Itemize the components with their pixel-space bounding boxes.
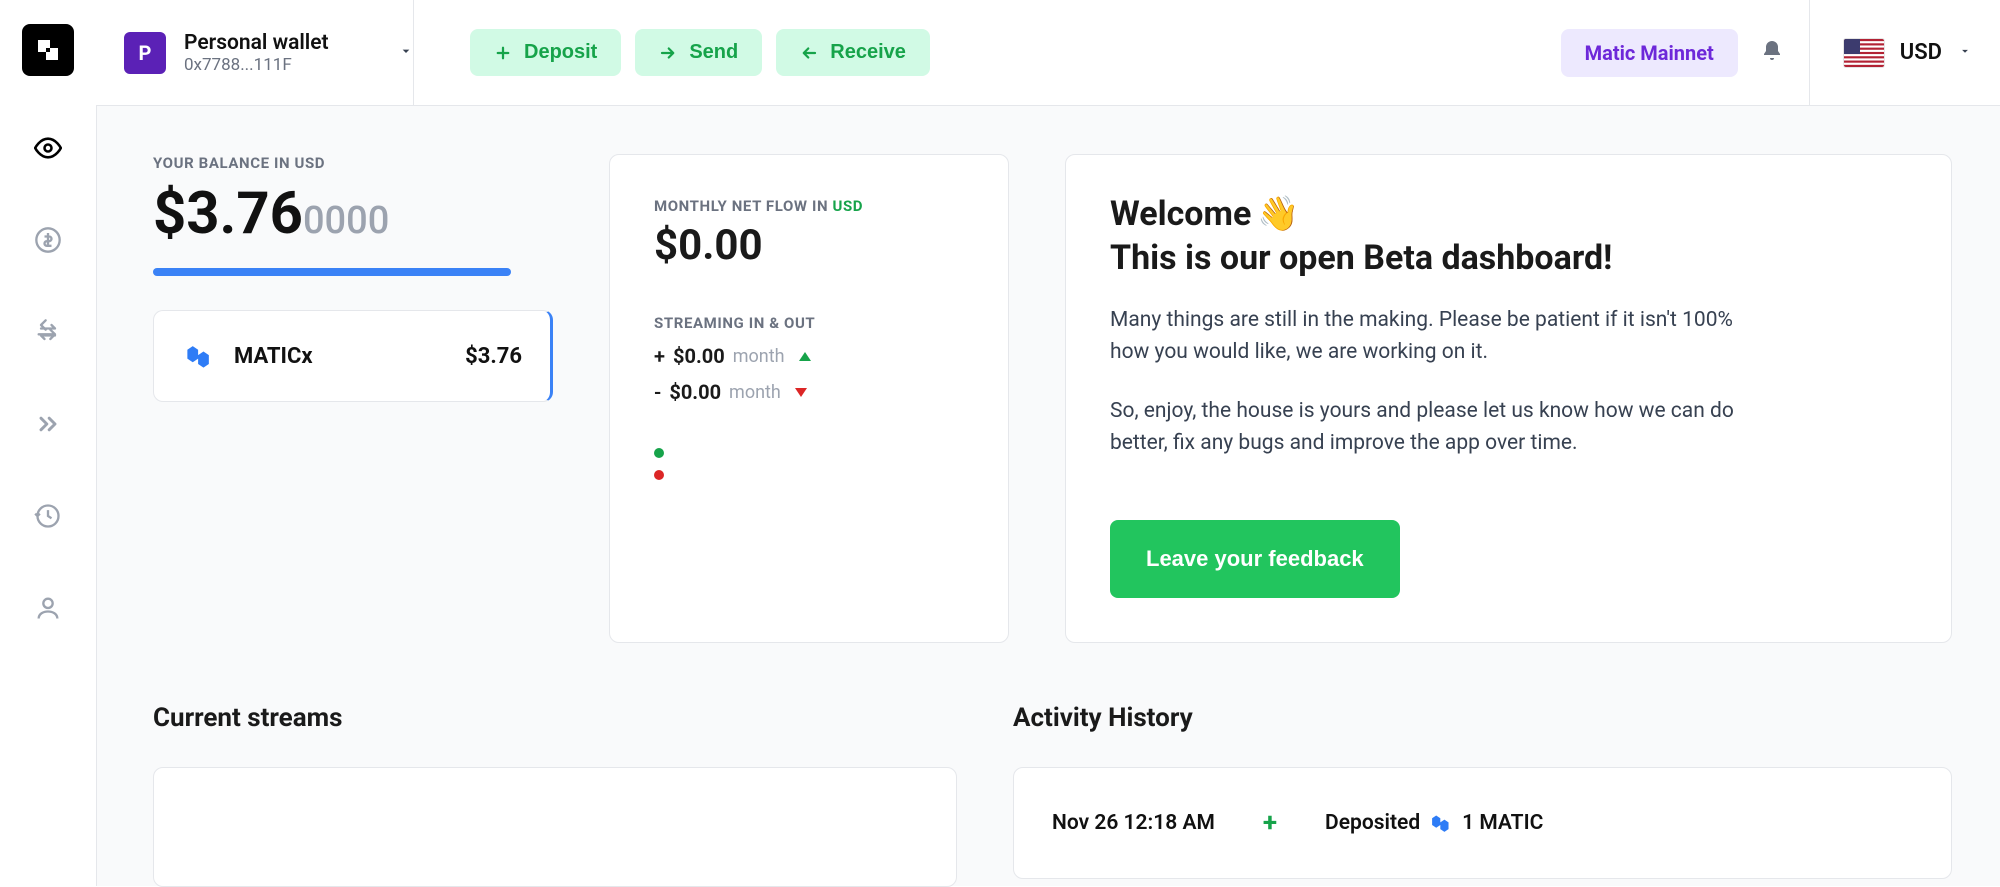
feedback-button[interactable]: Leave your feedback [1110, 520, 1400, 598]
history-item[interactable]: Nov 26 12:18 AM + Deposited 1 MATIC [1013, 767, 1952, 879]
stream-out-row: -$0.00 month [654, 380, 964, 404]
triangle-up-icon [799, 352, 811, 361]
receive-button[interactable]: Receive [776, 29, 930, 76]
history-description: Deposited 1 MATIC [1325, 810, 1543, 836]
welcome-p1: Many things are still in the making. Ple… [1110, 304, 1750, 369]
matic-icon [1428, 810, 1454, 836]
app-logo[interactable] [22, 24, 74, 76]
stream-in-sign: + [654, 344, 665, 368]
header-divider-right [1809, 0, 1810, 105]
triangle-down-icon [795, 388, 807, 397]
stream-in-amount: $0.00 [673, 344, 725, 368]
flow-card: MONTHLY NET FLOW IN USD $0.00 STREAMING … [609, 154, 1009, 643]
receive-label: Receive [830, 41, 906, 64]
sidebar [0, 0, 96, 886]
welcome-card: Welcome 👋 This is our open Beta dashboar… [1065, 154, 1952, 643]
welcome-subtitle: This is our open Beta dashboard! [1110, 238, 1907, 278]
streams-heading: Current streams [153, 703, 957, 733]
wallet-address: 0x7788...111F [184, 55, 329, 75]
flow-label-prefix: MONTHLY NET FLOW IN [654, 197, 832, 215]
main-content: YOUR BALANCE IN USD $3.760000 MATICx $3.… [96, 106, 2000, 886]
history-time: Nov 26 12:18 AM [1052, 811, 1215, 835]
balance-label: YOUR BALANCE IN USD [153, 154, 553, 172]
header-divider [413, 0, 414, 105]
wave-icon: 👋 [1257, 193, 1299, 236]
dollar-icon[interactable] [32, 224, 64, 256]
bottom-row: Current streams Activity History Nov 26 … [153, 703, 1952, 887]
streams-column: Current streams [153, 703, 957, 887]
chevron-down-icon [398, 43, 414, 63]
balance-main: $3.76 [153, 180, 303, 248]
welcome-title-text: Welcome [1110, 193, 1251, 236]
balance-progress [153, 268, 511, 276]
legend-dots [654, 448, 964, 480]
dot-red [654, 470, 664, 480]
streams-card [153, 767, 957, 887]
streaming-label: STREAMING IN & OUT [654, 314, 964, 332]
flow-label-currency: USD [832, 197, 863, 215]
balance-decimals: 0000 [303, 199, 389, 243]
header-actions: Deposit Send Receive [470, 29, 930, 76]
currency-selector[interactable]: USD [1844, 39, 1972, 67]
history-action: Deposited [1325, 811, 1420, 835]
history-icon[interactable] [32, 500, 64, 532]
flow-value: $0.00 [654, 221, 964, 270]
token-card[interactable]: MATICx $3.76 [153, 310, 553, 402]
welcome-p2: So, enjoy, the house is yours and please… [1110, 395, 1750, 460]
deposit-button[interactable]: Deposit [470, 29, 621, 76]
wallet-name: Personal wallet [184, 31, 329, 55]
deposit-label: Deposit [524, 41, 597, 64]
network-badge[interactable]: Matic Mainnet [1561, 29, 1738, 77]
chevrons-icon[interactable] [32, 408, 64, 440]
send-label: Send [689, 41, 738, 64]
flow-label: MONTHLY NET FLOW IN USD [654, 197, 964, 215]
history-amount: 1 MATIC [1462, 811, 1543, 835]
wallet-selector[interactable]: P Personal wallet 0x7788...111F [124, 31, 414, 75]
balance-block: YOUR BALANCE IN USD $3.760000 MATICx $3.… [153, 154, 553, 643]
streaming-section: STREAMING IN & OUT +$0.00 month -$0.00 m… [654, 314, 964, 480]
stream-in-row: + $0.00 month [654, 344, 964, 368]
user-icon[interactable] [32, 592, 64, 624]
top-row: YOUR BALANCE IN USD $3.760000 MATICx $3.… [153, 154, 1952, 643]
flag-icon [1844, 39, 1884, 67]
balance-value: $3.760000 [153, 180, 553, 248]
bell-icon[interactable] [1760, 39, 1784, 67]
history-heading: Activity History [1013, 703, 1952, 733]
wallet-info: Personal wallet 0x7788...111F [184, 31, 329, 75]
welcome-title: Welcome 👋 [1110, 193, 1907, 236]
token-amount: $3.76 [465, 344, 522, 369]
history-column: Activity History Nov 26 12:18 AM + Depos… [1013, 703, 1952, 887]
chevron-down-icon [1958, 43, 1972, 62]
stream-out-period: month [729, 382, 781, 403]
dot-green [654, 448, 664, 458]
nav-icons [32, 132, 64, 624]
stream-out-sign: - [654, 380, 661, 404]
header: P Personal wallet 0x7788...111F Deposit … [96, 0, 2000, 106]
plus-icon: + [1263, 808, 1277, 838]
currency-label: USD [1900, 40, 1942, 65]
stream-out-amount: $0.00 [669, 380, 721, 404]
token-symbol: MATICx [234, 344, 313, 369]
wallet-avatar: P [124, 32, 166, 74]
swap-icon[interactable] [32, 316, 64, 348]
matic-icon [182, 339, 216, 373]
header-right: Matic Mainnet USD [1561, 29, 1972, 77]
send-button[interactable]: Send [635, 29, 762, 76]
stream-in-period: month [733, 346, 785, 367]
eye-icon[interactable] [32, 132, 64, 164]
